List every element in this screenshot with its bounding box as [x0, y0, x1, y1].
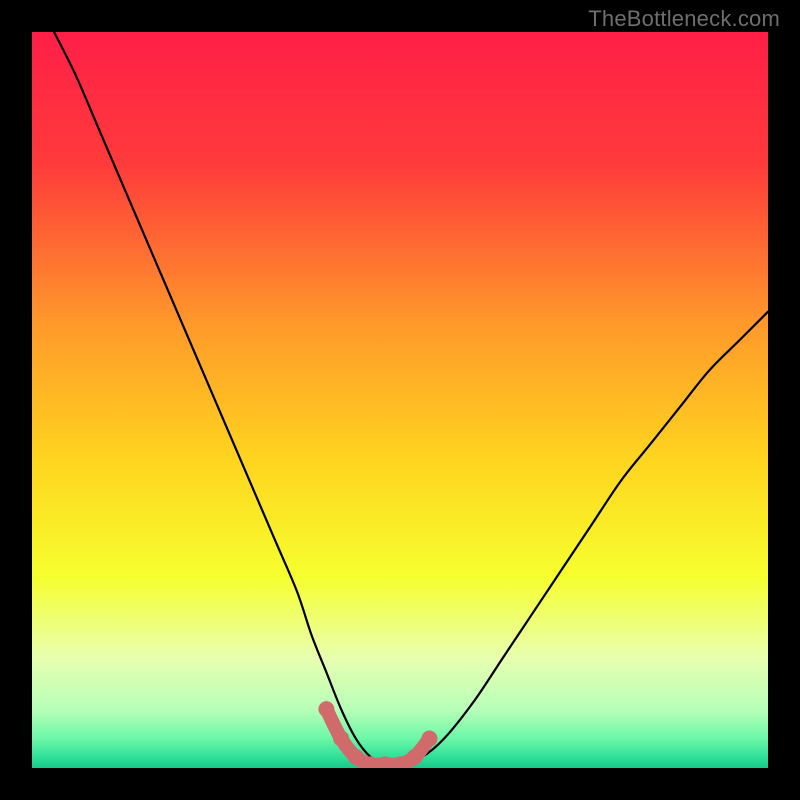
bottleneck-chart — [32, 32, 768, 768]
watermark-text: TheBottleneck.com — [588, 6, 780, 32]
chart-frame: TheBottleneck.com — [0, 0, 800, 800]
gradient-background — [32, 32, 768, 768]
